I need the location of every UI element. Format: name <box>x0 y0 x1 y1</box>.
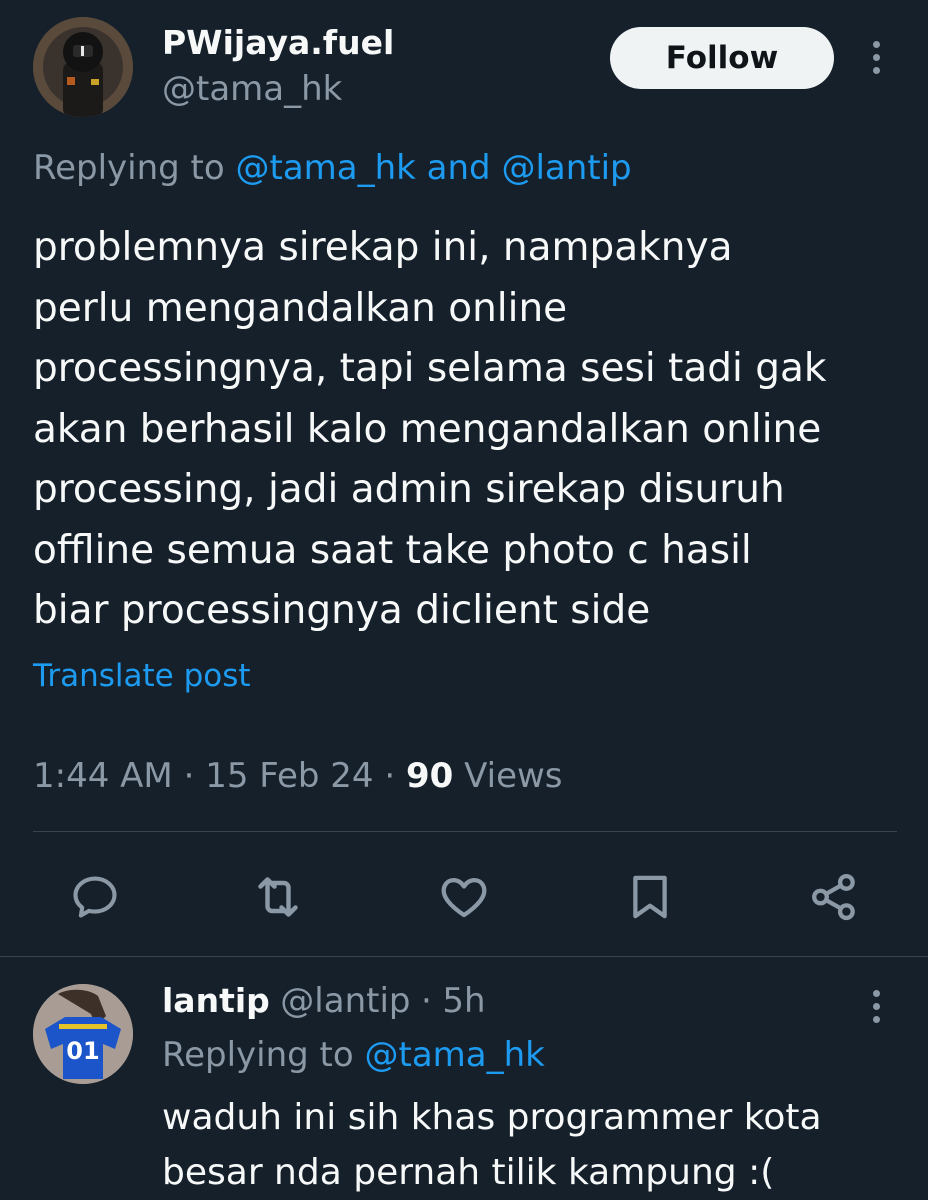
bookmark-button[interactable] <box>622 869 678 925</box>
replying-to-line: Replying to @tama_hk and @lantip <box>33 148 632 188</box>
author-display-name[interactable]: PWijaya.fuel <box>162 23 394 62</box>
repost-icon <box>258 877 298 917</box>
views-count: 90 <box>405 756 454 796</box>
post-text-line: problemnya sirekap ini, nampaknya <box>33 225 733 270</box>
mention-lantip[interactable]: @lantip <box>501 148 631 188</box>
post-text-line: biar processingnya diclient side <box>33 588 651 633</box>
post-text-line: processing, jadi admin sirekap disuruh <box>33 467 785 512</box>
reply-replying-to-line: Replying to @tama_hk <box>162 1035 545 1075</box>
astronaut-avatar-image <box>33 17 133 117</box>
divider <box>33 831 897 832</box>
mention-tama-hk[interactable]: @tama_hk <box>236 148 416 188</box>
replying-to-label: Replying to <box>33 148 225 188</box>
author-avatar[interactable] <box>33 17 133 117</box>
views-label: Views <box>464 756 563 796</box>
post-text-line: akan berhasil kalo mengandalkan online <box>33 406 822 452</box>
bookmark-icon <box>633 875 667 919</box>
reply-text-line: waduh ini sih khas programmer kota <box>162 1097 822 1138</box>
reply-header: lantip @lantip · 5h <box>162 981 486 1021</box>
post-meta: 1:44 AM · 15 Feb 24 · 90 Views <box>33 756 563 796</box>
like-button[interactable] <box>436 869 492 925</box>
share-button[interactable] <box>806 869 862 925</box>
reply-author-avatar[interactable]: 01 <box>33 984 133 1084</box>
author-handle[interactable]: @tama_hk <box>162 69 342 109</box>
reply-more-options-icon[interactable] <box>866 990 886 1023</box>
post-date[interactable]: 15 Feb 24 <box>205 756 373 796</box>
more-options-icon[interactable] <box>866 41 886 74</box>
post-text-line: perlu mengandalkan online <box>33 285 568 331</box>
reply-text: waduh ini sih khas programmer kota besar… <box>162 1090 902 1200</box>
reply-icon <box>73 876 117 918</box>
section-divider <box>0 956 928 957</box>
mention-and[interactable]: and <box>427 148 491 188</box>
share-icon <box>812 873 855 921</box>
post-time[interactable]: 1:44 AM <box>33 756 173 796</box>
follow-button[interactable]: Follow <box>610 27 834 89</box>
meta-separator: · <box>183 756 195 796</box>
reply-separator: · <box>421 981 432 1021</box>
jersey-number: 01 <box>66 1037 99 1065</box>
reply-age[interactable]: 5h <box>442 981 485 1021</box>
reply-replying-to-label: Replying to <box>162 1035 354 1075</box>
like-icon <box>441 877 487 918</box>
reply-button[interactable] <box>67 869 123 925</box>
translate-post-link[interactable]: Translate post <box>33 658 251 694</box>
reply-display-name[interactable]: lantip <box>162 981 270 1020</box>
jersey-avatar-image: 01 <box>33 984 133 1084</box>
reply-text-line: besar nda pernah tilik kampung :( <box>162 1152 775 1193</box>
meta-separator: · <box>384 756 396 796</box>
reply-handle[interactable]: @lantip <box>280 981 410 1021</box>
post-text-line: processingnya, tapi selama sesi tadi gak <box>33 346 827 391</box>
post-text-line: offline semua saat take photo c hasil <box>33 527 752 573</box>
post-text: problemnya sirekap ini, nampaknya perlu … <box>33 218 903 642</box>
reply-mention-tama-hk[interactable]: @tama_hk <box>365 1035 545 1075</box>
repost-button[interactable] <box>250 869 306 925</box>
